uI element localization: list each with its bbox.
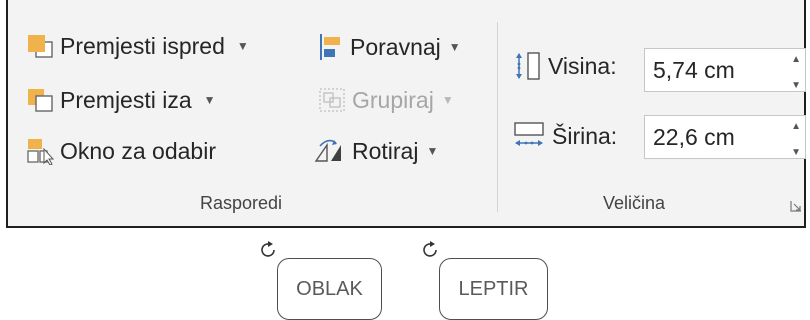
rotate-button[interactable]: Rotiraj ▼ [314,137,438,165]
chevron-down-icon[interactable]: ▼ [237,40,249,52]
shape-width-icon [514,122,544,146]
height-value: 5,74 cm [653,56,735,83]
width-label-text: Širina: [552,122,618,149]
rotate-label: Rotiraj [352,137,419,164]
shape-height-label: Visina: [512,51,617,81]
chevron-down-icon[interactable]: ▼ [204,94,216,106]
width-input[interactable]: 22,6 cm ▲ ▼ [644,115,806,159]
width-spinner[interactable]: ▲ ▼ [791,122,801,158]
align-icon [320,34,340,60]
group-label: Grupiraj [352,86,434,113]
send-backward-icon [28,89,53,112]
width-value: 22,6 cm [653,123,735,150]
selection-pane-button[interactable]: Okno za odabir [26,137,216,165]
send-backward-button[interactable]: Premjesti iza ▼ [26,87,216,113]
shape-height-icon [516,52,540,80]
height-label-text: Visina: [548,52,617,79]
shape-width-label: Širina: [512,121,617,151]
shape-leptir[interactable]: LEPTIR [439,258,548,320]
bring-forward-label: Premjesti ispred [60,32,225,59]
spin-down-icon[interactable]: ▼ [791,148,801,158]
align-label: Poravnaj [350,33,441,60]
send-backward-label: Premjesti iza [60,86,192,113]
spin-up-icon[interactable]: ▲ [791,122,801,132]
arrange-group-label: Rasporedi [200,193,283,213]
selection-pane-icon [27,139,54,165]
shape-leptir-label: LEPTIR [458,277,529,300]
group-button[interactable]: Grupiraj ▼ [318,87,454,113]
chevron-down-icon[interactable]: ▼ [449,41,461,53]
height-spinner[interactable]: ▲ ▼ [791,55,801,91]
size-group-label: Veličina [603,193,666,213]
rotation-handle-icon[interactable] [258,240,278,260]
chevron-down-icon[interactable]: ▼ [442,94,454,106]
chevron-down-icon[interactable]: ▼ [426,145,438,157]
shape-oblak-label: OBLAK [296,277,363,300]
shape-oblak[interactable]: OBLAK [277,258,382,320]
dialog-launcher-icon[interactable] [790,200,802,212]
group-icon [319,88,345,112]
height-input[interactable]: 5,74 cm ▲ ▼ [644,48,806,92]
rotate-icon [314,139,341,162]
bring-forward-icon [28,35,53,58]
spin-down-icon[interactable]: ▼ [791,81,801,91]
selection-pane-label: Okno za odabir [60,137,216,164]
spin-up-icon[interactable]: ▲ [791,55,801,65]
align-button[interactable]: Poravnaj ▼ [318,33,461,61]
rotation-handle-icon[interactable] [420,240,440,260]
bring-forward-button[interactable]: Premjesti ispred ▼ [26,33,249,59]
group-divider [497,22,498,212]
